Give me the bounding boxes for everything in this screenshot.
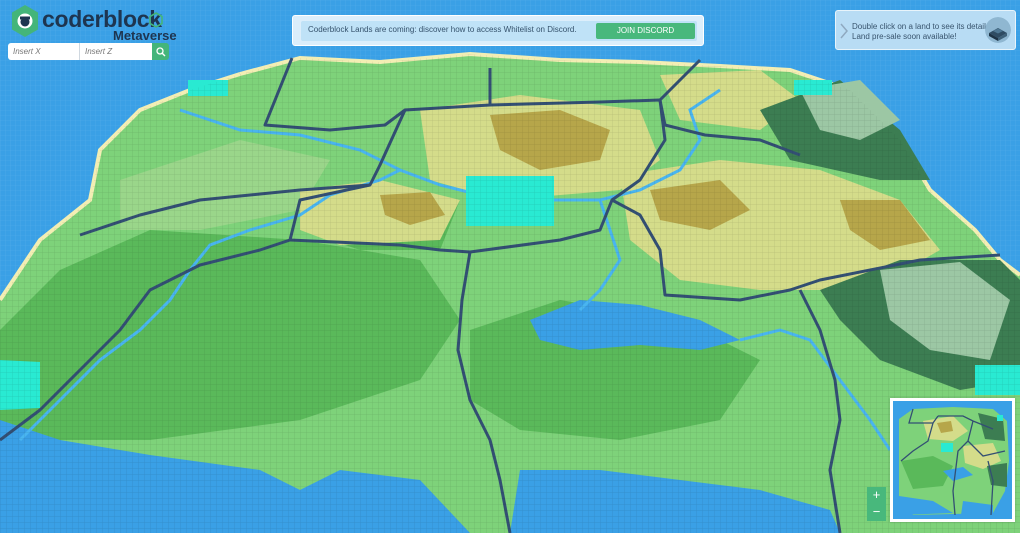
land-avatar-icon — [985, 17, 1011, 43]
z-coordinate-input[interactable] — [80, 43, 152, 60]
info-line-2: Land pre-sale soon available! — [852, 32, 957, 41]
hexagon-ring-icon — [149, 12, 163, 28]
minimap-map — [893, 401, 1012, 519]
brand-logo[interactable]: coderblock Metaverse — [8, 4, 178, 43]
zoom-in-button[interactable]: + — [867, 487, 886, 504]
join-discord-button[interactable]: JOIN DISCORD — [596, 23, 695, 39]
search-button[interactable] — [152, 43, 169, 60]
banner-text: Coderblock Lands are coming: discover ho… — [308, 25, 577, 34]
x-coordinate-input[interactable] — [8, 43, 80, 60]
brand-subtitle: Metaverse — [113, 28, 177, 43]
info-text: Double click on a land to see its detail… — [852, 22, 992, 42]
chevron-right-icon[interactable] — [839, 22, 849, 40]
coordinate-search — [8, 43, 169, 60]
info-line-1: Double click on a land to see its detail… — [852, 22, 993, 31]
minimap[interactable] — [890, 398, 1015, 522]
zoom-out-button[interactable]: − — [867, 504, 886, 521]
announcement-banner: Coderblock Lands are coming: discover ho… — [292, 15, 704, 46]
search-icon — [155, 46, 165, 56]
land-map[interactable] — [0, 0, 1020, 533]
coderblock-logo-icon — [12, 5, 38, 37]
info-box: Double click on a land to see its detail… — [835, 10, 1016, 50]
banner-inner: Coderblock Lands are coming: discover ho… — [301, 21, 697, 41]
